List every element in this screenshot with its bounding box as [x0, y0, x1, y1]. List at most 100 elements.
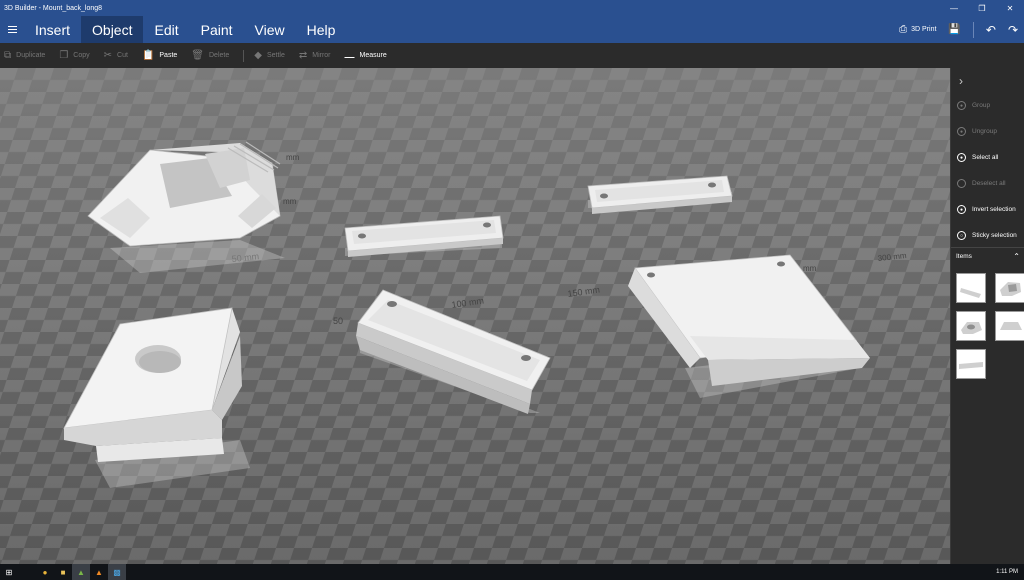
menu-object[interactable]: Object: [81, 16, 144, 43]
items-label: Items: [956, 253, 972, 260]
invert-selection-label: Invert selection: [972, 206, 1016, 213]
select-all-button[interactable]: ● Select all: [957, 153, 998, 162]
deselect-all-label: Deselect all: [972, 180, 1006, 187]
taskbar-spacer: [18, 564, 36, 580]
redo-button[interactable]: ↷: [1002, 16, 1024, 43]
copy-label: Copy: [73, 52, 90, 59]
taskbar-clock[interactable]: 1:11 PM: [996, 564, 1018, 580]
item-thumbnail[interactable]: [956, 311, 986, 341]
maximize-icon[interactable]: ❐: [968, 0, 996, 16]
group-icon: ●: [957, 101, 966, 110]
chevron-right-icon[interactable]: ›: [959, 74, 963, 88]
group-label: Group: [972, 102, 991, 109]
menu-paint[interactable]: Paint: [190, 16, 244, 43]
item-thumbnail[interactable]: [995, 311, 1024, 341]
copy-button[interactable]: ❐ Copy: [59, 50, 89, 61]
group-button[interactable]: ● Group: [957, 101, 990, 110]
chrome-icon[interactable]: ●: [36, 564, 54, 580]
sticky-selection-label: Sticky selection: [972, 232, 1017, 239]
duplicate-icon: ⧉: [4, 50, 12, 61]
ruler-label: mm: [286, 153, 300, 162]
toolbar-divider: [243, 49, 245, 62]
menu-insert[interactable]: Insert: [24, 16, 81, 43]
settle-button[interactable]: ◆ Settle: [254, 50, 285, 61]
trash-icon: 🗑: [191, 50, 204, 61]
measure-label: Measure: [359, 52, 387, 59]
mirror-label: Mirror: [312, 52, 331, 59]
hamburger-menu-icon[interactable]: [0, 16, 24, 43]
settle-icon: ◆: [254, 50, 262, 61]
mirror-button[interactable]: ⇄ Mirror: [299, 50, 331, 61]
deselect-all-button[interactable]: Deselect all: [957, 179, 1006, 188]
undo-icon: ↶: [985, 22, 996, 37]
windows-taskbar: ⊞ ● ■ ▲ ▲ ▩ 1:11 PM: [0, 564, 1024, 580]
ungroup-icon: ●: [957, 127, 966, 136]
paste-label: Paste: [159, 52, 178, 59]
item-thumbnail[interactable]: [956, 349, 986, 379]
invert-selection-button[interactable]: ● Invert selection: [957, 205, 1016, 214]
chevron-up-icon[interactable]: ⌃: [1013, 252, 1020, 261]
ungroup-label: Ungroup: [972, 128, 997, 135]
paste-button[interactable]: 📋 Paste: [142, 50, 177, 61]
app-icon-green[interactable]: ▲: [72, 564, 90, 580]
save-icon: 💾: [948, 24, 961, 35]
scissors-icon: ✂: [103, 50, 113, 61]
close-icon[interactable]: ✕: [996, 0, 1024, 16]
print-3d-button[interactable]: ⎙ 3D Print: [893, 16, 942, 43]
select-all-label: Select all: [972, 154, 999, 161]
window-controls: — ❐ ✕: [940, 0, 1024, 16]
duplicate-label: Duplicate: [16, 52, 46, 59]
delete-button[interactable]: 🗑 Delete: [191, 50, 229, 61]
mirror-icon: ⇄: [298, 50, 308, 61]
thumb-plate-icon: [960, 288, 981, 298]
3d-builder-icon[interactable]: ▩: [108, 564, 126, 580]
duplicate-button[interactable]: ⧉ Duplicate: [4, 50, 45, 61]
title-bar: 3D Builder - Mount_back_long8 — ❐ ✕: [0, 0, 1024, 16]
menu-edit[interactable]: Edit: [143, 16, 189, 43]
ruler-label: 50: [333, 316, 343, 326]
windows-start-icon[interactable]: ⊞: [0, 564, 18, 580]
thumb-plate-large-icon: [1000, 322, 1022, 330]
items-section-header: Items ⌃: [951, 247, 1024, 265]
vlc-icon[interactable]: ▲: [90, 564, 108, 580]
item-thumbnail[interactable]: [956, 273, 986, 303]
file-explorer-icon[interactable]: ■: [54, 564, 72, 580]
copy-icon: ❐: [59, 50, 69, 61]
selection-panel: › ● Group ● Ungroup ● Select all Deselec…: [950, 68, 1024, 564]
delete-label: Delete: [209, 52, 230, 59]
thumb-bracket-icon: [1000, 282, 1021, 296]
menu-help[interactable]: Help: [296, 16, 347, 43]
3d-viewport[interactable]: 50 mm 100 mm 150 mm 50 mm 300 mm mm mm: [0, 68, 950, 564]
printer-icon: ⎙: [899, 24, 908, 35]
settle-label: Settle: [266, 52, 285, 59]
object-toolbar: ⧉ Duplicate ❐ Copy ✂ Cut 📋 Paste 🗑 Delet…: [0, 43, 1024, 68]
menu-bar: Insert Object Edit Paint View Help ⎙ 3D …: [0, 16, 1024, 43]
cut-button[interactable]: ✂ Cut: [104, 50, 128, 61]
cut-label: Cut: [117, 52, 128, 59]
undo-button[interactable]: ↶: [980, 16, 1002, 43]
measure-button[interactable]: ⎼ Measure: [345, 50, 387, 61]
ruler-label: mm: [803, 264, 817, 273]
redo-icon: ↷: [1007, 22, 1018, 37]
select-all-icon: ●: [957, 153, 966, 162]
menu-view[interactable]: View: [244, 16, 296, 43]
ruler-label: mm: [283, 197, 297, 206]
thumb-plate-short-icon: [959, 362, 983, 369]
ruler-icon: ⎼: [344, 50, 355, 61]
invert-selection-icon: ●: [957, 205, 966, 214]
save-button[interactable]: 💾: [942, 16, 966, 43]
ungroup-button[interactable]: ● Ungroup: [957, 127, 997, 136]
sticky-selection-button[interactable]: ○ Sticky selection: [957, 231, 1017, 240]
minimize-icon[interactable]: —: [940, 0, 968, 16]
menu-divider: [972, 21, 974, 38]
window-title: 3D Builder - Mount_back_long8: [4, 4, 103, 12]
app-window: 3D Builder - Mount_back_long8 — ❐ ✕ Inse…: [0, 0, 1024, 580]
paste-icon: 📋: [141, 50, 155, 61]
menu-right-actions: ⎙ 3D Print 💾 ↶ ↷: [893, 16, 1024, 43]
print-3d-label: 3D Print: [911, 26, 937, 33]
sticky-selection-icon: ○: [957, 231, 966, 240]
thumb-block-icon: [961, 322, 982, 334]
scene-canvas: 50 mm 100 mm 150 mm 50 mm 300 mm mm mm: [0, 68, 950, 564]
item-thumbnail[interactable]: [995, 273, 1024, 303]
deselect-all-icon: [957, 179, 966, 188]
